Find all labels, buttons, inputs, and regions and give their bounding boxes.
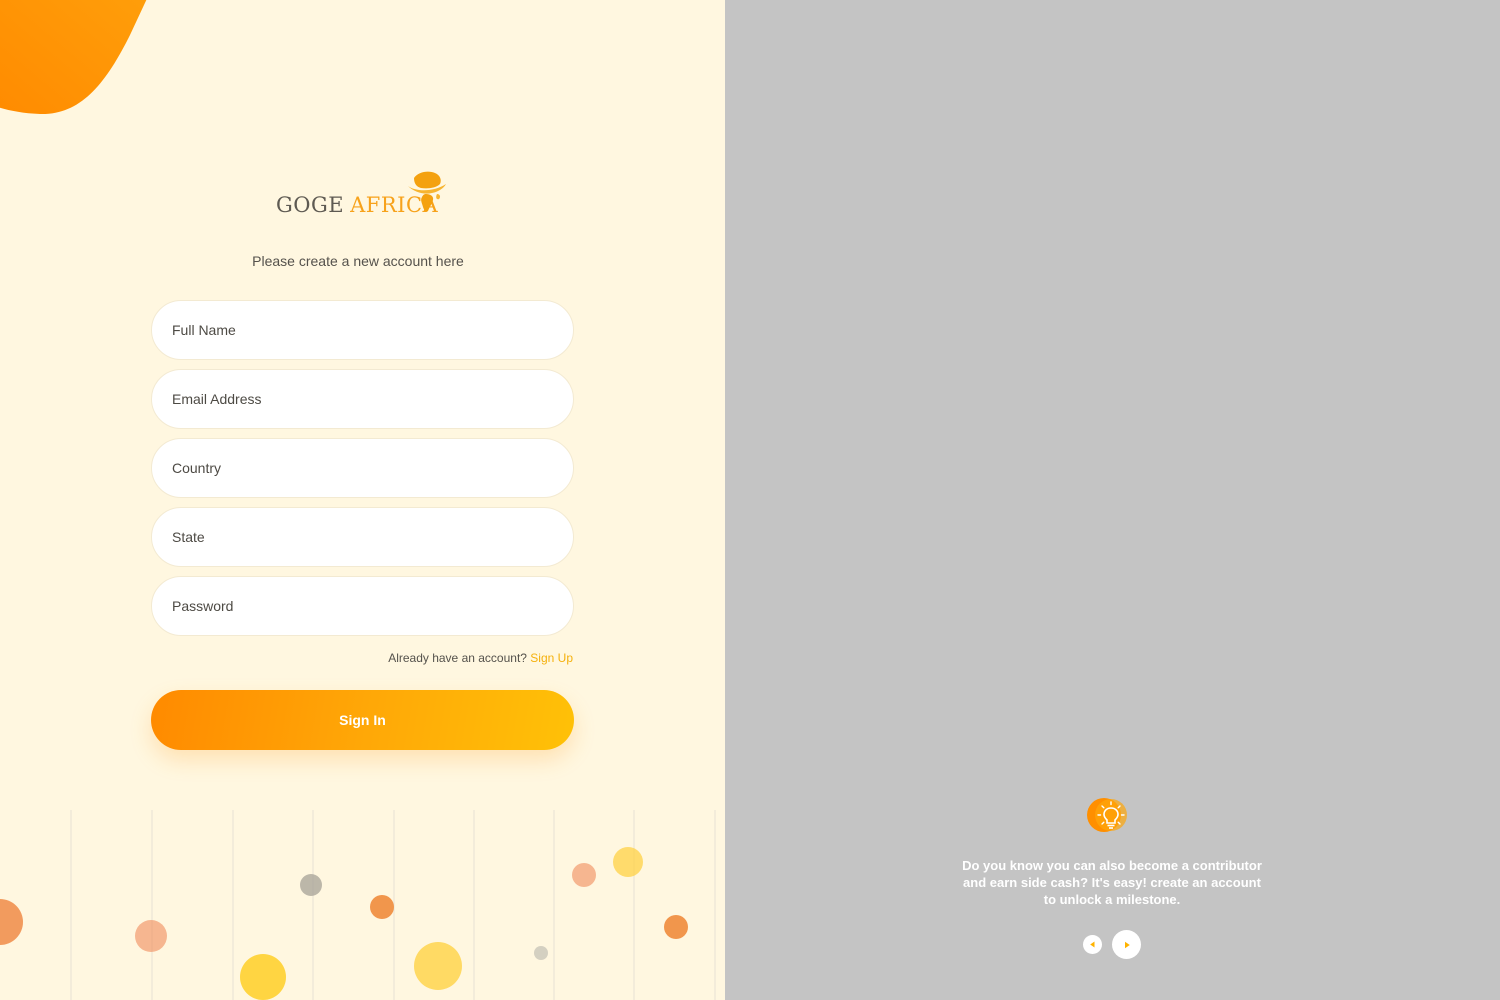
brand-name-part1: GOGE (276, 193, 345, 217)
info-panel (725, 0, 1500, 1000)
brand-logo: GOGE AFRICA (276, 170, 446, 217)
signin-button[interactable]: Sign In (151, 690, 574, 750)
decorative-dots-pattern (0, 810, 716, 1000)
form-subtitle: Please create a new account here (252, 253, 464, 269)
chevron-right-icon (1124, 941, 1130, 948)
email-address-input[interactable] (172, 370, 573, 428)
email-address-field[interactable] (151, 369, 574, 429)
full-name-input[interactable] (172, 301, 573, 359)
password-input[interactable] (172, 577, 573, 635)
carousel-next-button[interactable] (1112, 930, 1141, 959)
signup-panel: GOGE AFRICA Please create a new account … (0, 0, 725, 1000)
state-field[interactable] (151, 507, 574, 567)
tip-message: Do you know you can also become a contri… (962, 858, 1262, 907)
africa-safari-hat-logo-icon (408, 171, 446, 212)
state-input[interactable] (172, 508, 573, 566)
country-input[interactable] (172, 439, 573, 497)
account-prompt-row: Already have an account? Sign Up (151, 651, 573, 665)
lightbulb-icon (1087, 798, 1127, 832)
carousel-prev-button[interactable] (1083, 935, 1102, 954)
chevron-left-icon (1090, 941, 1095, 948)
account-prompt-text: Already have an account? (388, 651, 527, 665)
signup-link[interactable]: Sign Up (530, 651, 573, 665)
country-field[interactable] (151, 438, 574, 498)
full-name-field[interactable] (151, 300, 574, 360)
password-field[interactable] (151, 576, 574, 636)
decorative-blob (0, 0, 147, 115)
